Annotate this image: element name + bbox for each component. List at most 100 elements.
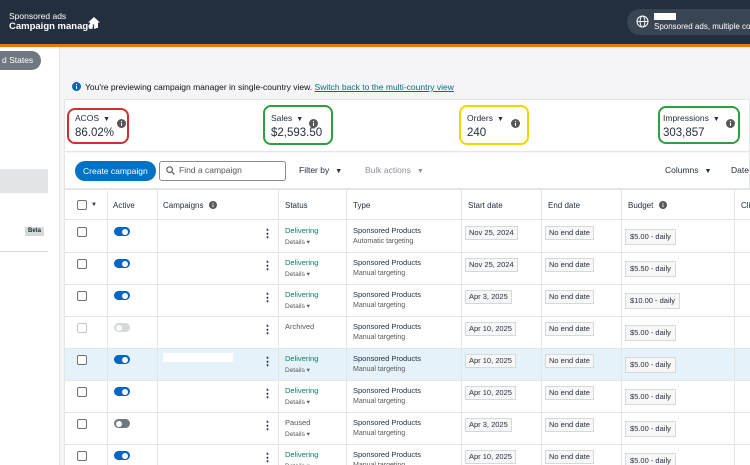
columns-dropdown[interactable]: Columns ▼	[665, 165, 711, 175]
start-date-field[interactable]: Nov 25, 2024	[465, 226, 518, 240]
header-type[interactable]: Type	[353, 201, 370, 210]
details-dropdown[interactable]: Details ▾	[285, 270, 310, 278]
budget-field[interactable]: $5.00 - daily	[625, 325, 676, 341]
start-date-field[interactable]: Apr 10, 2025	[465, 354, 516, 368]
home-icon[interactable]	[88, 15, 100, 33]
targeting-type: Automatic targeting	[353, 238, 414, 245]
start-date-field[interactable]: Apr 3, 2025	[465, 290, 512, 304]
budget-field[interactable]: $5.00 - daily	[625, 357, 676, 373]
end-date-field[interactable]: No end date	[545, 322, 594, 336]
end-date-field[interactable]: No end date	[545, 418, 594, 432]
column-divider	[621, 189, 622, 465]
details-dropdown[interactable]: Details ▾	[285, 302, 310, 310]
table-row[interactable]: ⋮DeliveringDetails ▾Sponsored ProductsMa…	[65, 285, 750, 317]
more-options-icon[interactable]: ⋮	[262, 261, 273, 272]
header-clicks[interactable]: Cli	[741, 201, 750, 210]
end-date-field[interactable]: No end date	[545, 354, 594, 368]
row-checkbox[interactable]	[77, 291, 87, 301]
table-row[interactable]: ⋮DeliveringDetails ▾Sponsored ProductsMa…	[65, 445, 750, 465]
multi-country-link[interactable]: Switch back to the multi-country view	[315, 82, 454, 92]
header-status[interactable]: Status	[285, 201, 308, 210]
table-row[interactable]: ⋮DeliveringDetails ▾Sponsored ProductsMa…	[65, 349, 750, 381]
details-dropdown[interactable]: Details ▾	[285, 238, 310, 246]
brand-line1: Sponsored ads	[9, 11, 67, 21]
header-campaigns[interactable]: Campaigns	[163, 201, 217, 210]
budget-field[interactable]: $10.00 - daily	[625, 293, 681, 309]
header-budget[interactable]: Budget	[628, 201, 667, 210]
top-nav-bar: Sponsored ads Campaign manager Sponsored…	[0, 0, 750, 47]
end-date-field[interactable]: No end date	[545, 258, 594, 272]
active-toggle[interactable]	[114, 259, 130, 268]
details-dropdown[interactable]: Details ▾	[285, 366, 310, 374]
header-start-date[interactable]: Start date	[468, 201, 503, 210]
more-options-icon[interactable]: ⋮	[262, 421, 273, 432]
highlight-box-sales	[263, 105, 333, 145]
table-row[interactable]: ⋮ Delivering Details ▾ Sponsored Products Au…	[65, 221, 750, 253]
column-divider	[461, 189, 462, 465]
row-checkbox[interactable]	[77, 227, 87, 237]
filter-by-dropdown[interactable]: Filter by ▼	[299, 165, 342, 175]
row-checkbox[interactable]	[77, 355, 87, 365]
targeting-type: Manual targeting	[353, 270, 406, 277]
budget-field[interactable]: $5.00 - daily	[625, 229, 676, 245]
more-options-icon[interactable]: ⋮	[262, 357, 273, 368]
column-divider	[734, 189, 735, 465]
create-campaign-button[interactable]: Create campaign	[75, 161, 156, 181]
details-dropdown[interactable]: Details ▾	[285, 398, 310, 406]
sidebar-selected-item[interactable]	[0, 169, 48, 193]
active-toggle[interactable]	[114, 227, 130, 236]
status-label: Delivering	[285, 258, 319, 267]
active-toggle[interactable]	[114, 355, 130, 364]
more-options-icon[interactable]: ⋮	[262, 453, 273, 464]
active-toggle[interactable]	[114, 387, 130, 396]
select-all-checkbox[interactable]	[77, 200, 87, 210]
row-checkbox[interactable]	[77, 259, 87, 269]
active-toggle[interactable]	[114, 451, 130, 460]
table-row[interactable]: ⋮ Archived Sponsored Products Manual target…	[65, 317, 750, 349]
budget-field[interactable]: $5.50 - daily	[625, 261, 676, 277]
date-range-dropdown[interactable]: Date	[731, 165, 749, 175]
account-switcher[interactable]: Sponsored ads, multiple cou	[627, 9, 750, 35]
budget-field[interactable]: $5.00 - daily	[625, 421, 676, 437]
chevron-down-icon[interactable]: ▼	[91, 202, 97, 208]
bulk-actions-dropdown[interactable]: Bulk actions ▼	[365, 165, 424, 175]
row-checkbox[interactable]	[77, 419, 87, 429]
end-date-field[interactable]: No end date	[545, 450, 594, 464]
more-options-icon[interactable]: ⋮	[262, 229, 273, 240]
end-date-field[interactable]: No end date	[545, 226, 594, 240]
budget-field[interactable]: $5.00 - daily	[625, 453, 676, 465]
info-icon[interactable]	[208, 201, 217, 209]
start-date-field[interactable]: Apr 3, 2025	[465, 418, 512, 432]
row-checkbox[interactable]	[77, 451, 87, 461]
details-dropdown[interactable]: Details ▾	[285, 430, 310, 438]
table-row[interactable]: ⋮ Paused Details ▾ Sponsored Products Manual…	[65, 413, 750, 445]
accent-stripe	[0, 44, 750, 47]
row-checkbox[interactable]	[77, 323, 87, 333]
table-row[interactable]: ⋮DeliveringDetails ▾Sponsored ProductsMa…	[65, 253, 750, 285]
header-end-date[interactable]: End date	[548, 201, 580, 210]
info-icon[interactable]	[658, 201, 667, 209]
start-date-field[interactable]: Nov 25, 2024	[465, 258, 518, 272]
more-options-icon[interactable]: ⋮	[262, 293, 273, 304]
end-date-field[interactable]: No end date	[545, 290, 594, 304]
end-date-field[interactable]: No end date	[545, 386, 594, 400]
country-selector[interactable]: d States	[0, 51, 42, 70]
row-checkbox[interactable]	[77, 387, 87, 397]
search-input[interactable]	[179, 165, 279, 175]
campaign-search[interactable]	[159, 161, 286, 181]
more-options-icon[interactable]: ⋮	[262, 325, 273, 336]
column-divider	[107, 189, 108, 465]
start-date-field[interactable]: Apr 10, 2025	[465, 386, 516, 400]
start-date-field[interactable]: Apr 10, 2025	[465, 450, 516, 464]
budget-field[interactable]: $5.00 - daily	[625, 389, 676, 405]
filter-by-label: Filter by	[299, 165, 330, 175]
campaigns-table: ▼ Active Campaigns Status Type Start dat…	[64, 189, 750, 465]
table-row[interactable]: ⋮DeliveringDetails ▾Sponsored ProductsMa…	[65, 381, 750, 413]
campaign-type: Sponsored Products	[353, 322, 421, 331]
app-brand[interactable]: Sponsored ads Campaign manager	[9, 11, 97, 33]
active-toggle[interactable]	[114, 419, 130, 428]
active-toggle[interactable]	[114, 323, 130, 332]
more-options-icon[interactable]: ⋮	[262, 389, 273, 400]
active-toggle[interactable]	[114, 291, 130, 300]
start-date-field[interactable]: Apr 10, 2025	[465, 322, 516, 336]
